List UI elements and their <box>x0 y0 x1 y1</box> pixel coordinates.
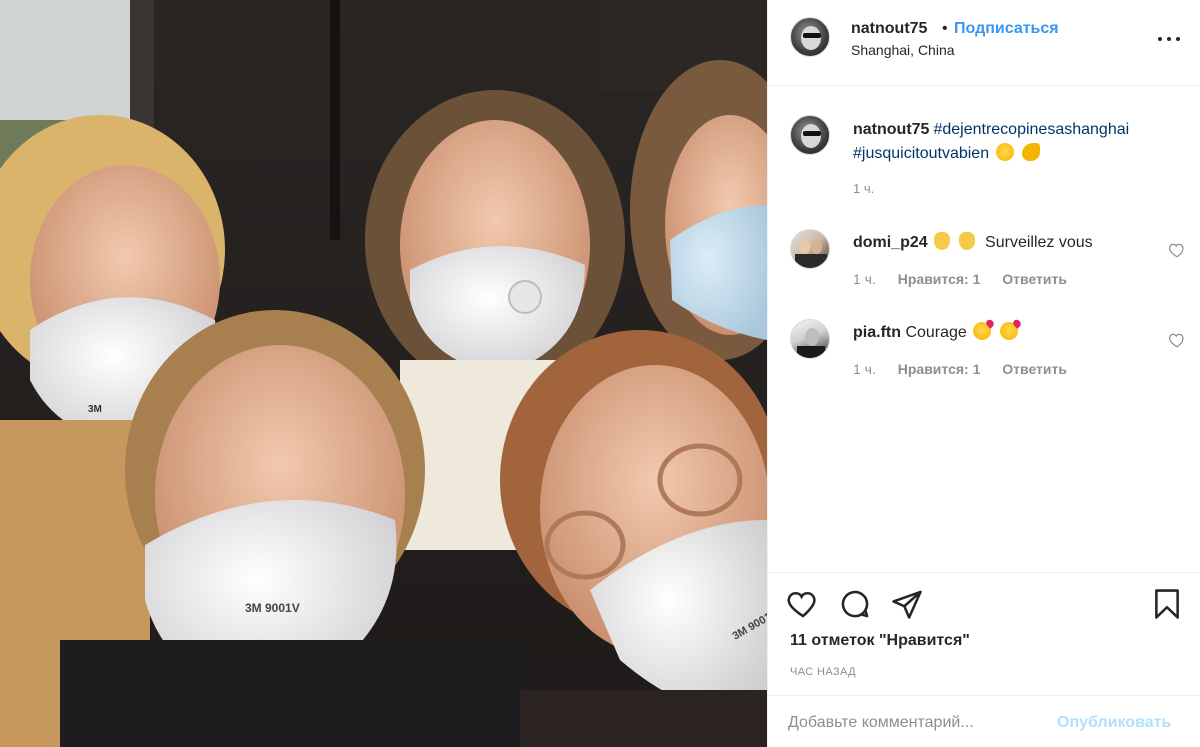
hashtag-link[interactable]: #dejentrecopinesashanghai <box>933 121 1129 138</box>
comment-icon[interactable] <box>838 587 872 621</box>
commenter-username[interactable]: domi_p24 <box>853 234 928 251</box>
commenter-username[interactable]: pia.ftn <box>853 324 901 341</box>
comment-likes[interactable]: Нравится: 1 <box>898 271 981 287</box>
caption-author-username[interactable]: natnout75 <box>853 121 929 138</box>
comment-meta: 1 ч. Нравится: 1 Ответить <box>853 361 1085 377</box>
flexed-biceps-emoji <box>1022 143 1040 161</box>
svg-text:3M: 3M <box>88 404 102 415</box>
caption-author-avatar[interactable] <box>790 115 830 155</box>
flushed-face-emoji <box>995 143 1014 161</box>
more-options-icon[interactable] <box>1158 30 1180 48</box>
bookmark-icon[interactable] <box>1150 587 1184 621</box>
caption-text: natnout75 #dejentrecopinesashanghai #jusq… <box>853 118 1183 166</box>
comment-item: domi_p24 Surveillez vous 1 ч. Нравится: … <box>768 229 1200 309</box>
share-icon[interactable] <box>890 587 924 621</box>
post-timestamp[interactable]: ЧАС НАЗАД <box>790 666 856 678</box>
reply-button[interactable]: Ответить <box>1002 361 1067 377</box>
separator-dot: • <box>942 20 948 37</box>
comment-body: Surveillez vous <box>985 234 1093 251</box>
follow-button[interactable]: Подписаться <box>954 20 1059 38</box>
group-selfie-image: 3M 3M 9001V 3M 3M 9001 <box>0 0 767 747</box>
comment-time[interactable]: 1 ч. <box>853 271 876 287</box>
post-location[interactable]: Shanghai, China <box>851 42 955 58</box>
heart-icon[interactable] <box>786 587 820 621</box>
comment-meta: 1 ч. Нравится: 1 Ответить <box>853 271 1085 287</box>
comment-time[interactable]: 1 ч. <box>853 361 876 377</box>
commenter-avatar[interactable] <box>790 229 830 269</box>
post-photo[interactable]: 3M 3M 9001V 3M 3M 9001 <box>0 0 767 747</box>
likes-count[interactable]: 11 отметок "Нравится" <box>790 632 970 650</box>
comment-like-heart-icon[interactable] <box>1168 331 1186 349</box>
author-username[interactable]: natnout75 <box>851 20 927 38</box>
comment-body: Courage <box>905 324 967 341</box>
clapping-hands-emoji <box>958 232 975 250</box>
commenter-avatar[interactable] <box>790 319 830 359</box>
hashtag-link[interactable]: #jusquicitoutvabien <box>853 145 989 162</box>
add-comment-form: Опубликовать <box>768 695 1200 747</box>
comment-likes[interactable]: Нравится: 1 <box>898 361 981 377</box>
clapping-hands-emoji <box>934 232 951 250</box>
comment-text: domi_p24 Surveillez vous <box>853 232 1093 254</box>
caption-time[interactable]: 1 ч. <box>853 181 874 196</box>
post-header: natnout75 • Подписаться Shanghai, China <box>768 0 1200 86</box>
post-actions: 11 отметок "Нравится" ЧАС НАЗАД Опублико… <box>768 572 1200 747</box>
comment-like-heart-icon[interactable] <box>1168 241 1186 259</box>
publish-button[interactable]: Опубликовать <box>1057 714 1171 732</box>
kissing-face-emoji <box>973 322 992 340</box>
author-avatar[interactable] <box>790 17 830 57</box>
reply-button[interactable]: Ответить <box>1002 271 1067 287</box>
comment-item: pia.ftn Courage 1 ч. Нравится: 1 Ответит… <box>768 319 1200 399</box>
kissing-face-emoji <box>999 322 1018 340</box>
comment-text: pia.ftn Courage <box>853 322 1020 344</box>
post-details-panel: natnout75 • Подписаться Shanghai, China … <box>767 0 1200 747</box>
comment-input[interactable] <box>788 710 1038 736</box>
svg-text:3M 9001V: 3M 9001V <box>245 601 300 615</box>
